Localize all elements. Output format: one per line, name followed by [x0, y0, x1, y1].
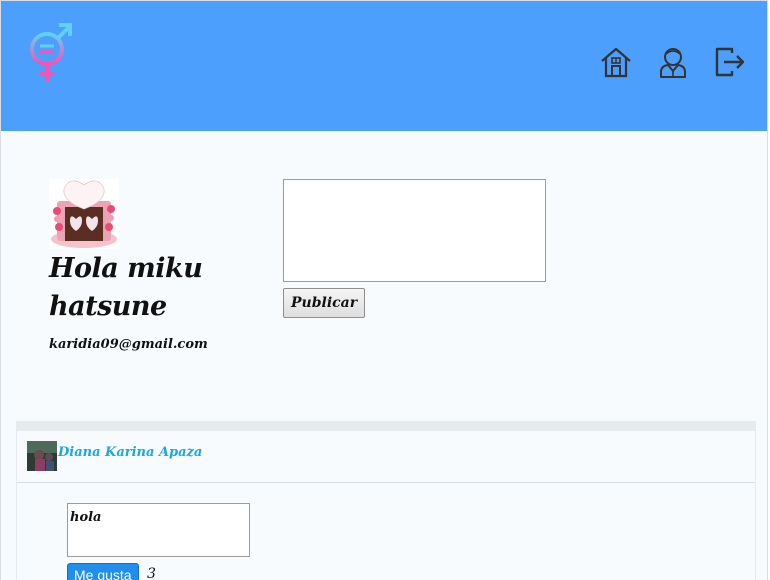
like-count: 3	[147, 566, 156, 580]
new-post-textarea[interactable]	[283, 179, 546, 282]
page: Hola miku hatsune karidia09@gmail.com Pu…	[0, 0, 768, 580]
post-feed: Diana Karina Apaza hola Me gusta 3	[16, 421, 756, 580]
user-profile-icon[interactable]	[656, 45, 690, 79]
post-header: Diana Karina Apaza	[17, 431, 755, 483]
home-icon[interactable]	[599, 45, 633, 79]
gender-symbol-logo-icon[interactable]	[27, 19, 75, 85]
like-button[interactable]: Me gusta	[67, 563, 139, 580]
post-author-link[interactable]: Diana Karina Apaza	[58, 445, 202, 460]
profile-avatar	[49, 179, 119, 249]
profile-name: Hola miku hatsune	[49, 253, 203, 322]
publish-button[interactable]: Publicar	[283, 288, 366, 318]
post-content[interactable]: hola	[67, 503, 250, 557]
profile-email: karidia09@gmail.com	[49, 337, 208, 352]
top-nav-bar	[1, 1, 767, 131]
post-author-avatar[interactable]	[27, 441, 57, 471]
feed-divider	[17, 421, 755, 431]
logout-icon[interactable]	[712, 45, 746, 79]
